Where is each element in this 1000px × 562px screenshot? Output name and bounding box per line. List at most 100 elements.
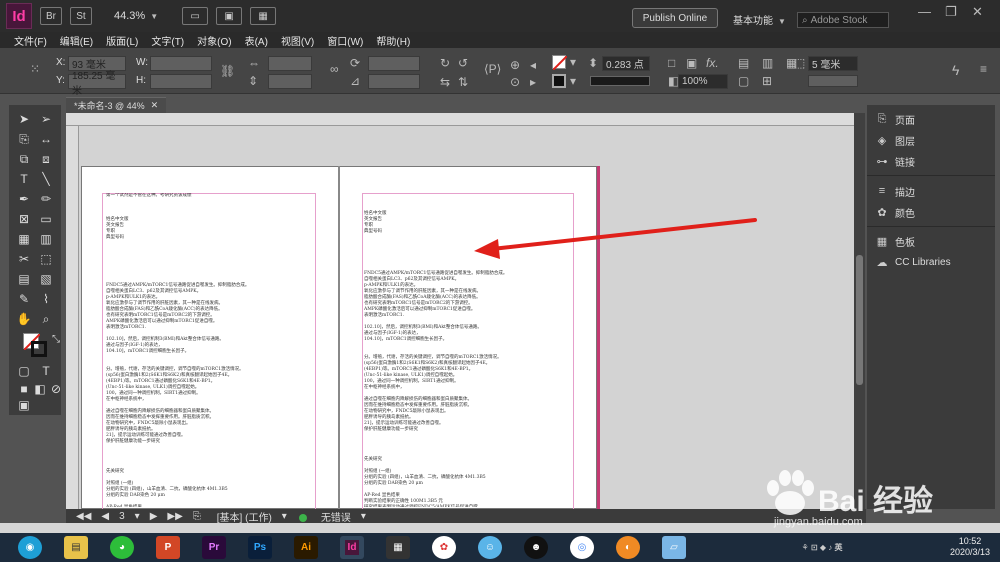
indesign-taskbar-icon[interactable]: Id	[340, 536, 364, 559]
menu-help[interactable]: 帮助(H)	[376, 33, 410, 48]
panel-menu-icon[interactable]: ≡	[980, 62, 987, 76]
prev-page-icon[interactable]: ◀	[101, 511, 109, 522]
menu-file[interactable]: 文件(F)	[14, 33, 47, 48]
app-icon-1[interactable]: ✿	[432, 536, 456, 559]
eyedropper-tool-icon[interactable]: ⌇	[37, 291, 55, 307]
hand-tool-icon[interactable]: ✋	[15, 311, 33, 327]
vertical-ruler[interactable]	[66, 126, 79, 509]
chevron-down-icon[interactable]: ▾	[361, 511, 366, 522]
scale-y-field[interactable]	[268, 74, 312, 89]
left-page[interactable]: 第一个试剂是不管在这种。考研究员该成绩 姓名中文版 英文报告 专职 典型号码 F…	[81, 166, 339, 511]
swatches-panel-tab[interactable]: ▦ 色板	[875, 233, 915, 249]
last-page-icon[interactable]: ▶▶	[167, 511, 182, 522]
system-tray[interactable]: ⚘ ⊡ ◆ ♪ 英	[792, 536, 852, 559]
selection-tool-icon[interactable]: ➤	[15, 111, 33, 127]
stroke-type-select[interactable]	[590, 76, 650, 86]
video-editor-icon[interactable]: ▦	[386, 536, 410, 559]
screen-mode-tool-icon[interactable]: ▣	[15, 397, 33, 413]
stock-button[interactable]: St	[70, 7, 92, 25]
rotate-cw-icon[interactable]: ↻	[440, 56, 450, 70]
frame-fitting-icon[interactable]: ▢	[738, 74, 749, 88]
fill-none-swatch[interactable]	[552, 55, 568, 71]
app-icon-3[interactable]: ◐	[616, 536, 640, 559]
selection-container-icon[interactable]: ⟨P⟩	[484, 62, 501, 76]
app-icon-2[interactable]: ☺	[478, 536, 502, 559]
photoshop-icon[interactable]: Ps	[248, 536, 272, 559]
object-style-select[interactable]	[808, 75, 858, 87]
menu-table[interactable]: 表(A)	[245, 33, 268, 48]
maximize-icon[interactable]: ❐	[945, 4, 957, 20]
workspace-switcher[interactable]: 基本功能 ▼	[733, 12, 786, 27]
free-transform-tool-icon[interactable]: ⬚	[37, 251, 55, 267]
pen-tool-icon[interactable]: ✒	[15, 191, 33, 207]
gradient-feather-tool-icon[interactable]: ▧	[37, 271, 55, 287]
stroke-weight-field[interactable]: 0.283 点	[602, 56, 650, 71]
stroke-swatch-tool[interactable]	[31, 341, 47, 357]
formatting-container-icon[interactable]: ▢	[15, 363, 33, 379]
chevron-down-icon[interactable]: ▾	[282, 511, 287, 522]
close-icon[interactable]: ✕	[972, 4, 983, 20]
arrange-documents-icon[interactable]: ▦	[250, 7, 277, 25]
opacity-field[interactable]: 100%	[678, 74, 728, 89]
first-page-icon[interactable]: ◀◀	[76, 511, 91, 522]
flip-horizontal-icon[interactable]: ⇆	[440, 75, 450, 89]
left-page-text-frame[interactable]: 第一个试剂是不管在这种。考研究员该成绩 姓名中文版 英文报告 专职 典型号码 F…	[106, 193, 316, 507]
preflight-status[interactable]: 无错误	[298, 509, 351, 524]
apply-none-icon[interactable]: ⊘	[47, 381, 65, 397]
rotate-ccw-icon[interactable]: ↺	[458, 56, 468, 70]
scale-x-field[interactable]	[268, 56, 312, 71]
align-icon[interactable]: ▥	[762, 56, 773, 70]
layers-panel-tab[interactable]: ◈ 图层	[875, 132, 915, 148]
close-icon[interactable]: ✕	[151, 100, 159, 111]
vertical-scroll-thumb[interactable]	[856, 255, 863, 385]
chrome-icon[interactable]: ◎	[570, 536, 594, 559]
rectangle-frame-tool-icon[interactable]: ⊠	[15, 211, 33, 227]
formatting-text-icon[interactable]: T	[37, 363, 55, 379]
zoom-tool-icon[interactable]: ⌕	[37, 311, 55, 327]
select-container-icon[interactable]: ⊕	[510, 58, 520, 72]
gap-tool-icon[interactable]: ↔	[37, 131, 55, 147]
direct-selection-tool-icon[interactable]: ➢	[37, 111, 55, 127]
content-collector-icon[interactable]: ⧉	[15, 151, 33, 167]
qq-icon[interactable]: ☻	[524, 536, 548, 559]
powerpoint-icon[interactable]: P	[156, 536, 180, 559]
lightning-icon[interactable]: ϟ	[952, 62, 959, 78]
height-field[interactable]	[150, 74, 212, 89]
pages-panel-tab[interactable]: ⎘ 页面	[875, 111, 915, 127]
view-options-icon[interactable]: ▭	[182, 7, 209, 25]
menu-object[interactable]: 对象(O)	[197, 33, 231, 48]
base-style-status[interactable]: [基本] (工作)	[217, 509, 272, 524]
premiere-icon[interactable]: Pr	[202, 536, 226, 559]
app-icon-4[interactable]: ▱	[662, 536, 686, 559]
select-content-icon[interactable]: ⊙	[510, 75, 520, 89]
stroke-swatch[interactable]	[552, 74, 566, 88]
stroke-dropdown-icon[interactable]: ▾	[570, 74, 576, 88]
flip-vertical-icon[interactable]: ⇅	[458, 75, 468, 89]
constrain-proportions-icon[interactable]: ⛓	[220, 64, 235, 78]
line-tool-icon[interactable]: ╲	[37, 171, 55, 187]
rotation-field[interactable]	[368, 56, 420, 71]
type-tool-icon[interactable]: T	[15, 171, 33, 187]
reference-point-icon[interactable]: ⁙	[30, 62, 40, 76]
horizontal-ruler[interactable]	[66, 113, 854, 126]
scissors-tool-icon[interactable]: ✂	[15, 251, 33, 267]
clock[interactable]: 10:52 2020/3/13	[950, 536, 990, 558]
menu-edit[interactable]: 编辑(E)	[60, 33, 93, 48]
next-page-icon[interactable]: ▶	[150, 511, 158, 522]
minimize-icon[interactable]: —	[918, 4, 931, 19]
pasteboard[interactable]: 第一个试剂是不管在这种。考研究员该成绩 姓名中文版 英文报告 专职 典型号码 F…	[79, 126, 854, 511]
pencil-tool-icon[interactable]: ✏	[37, 191, 55, 207]
fit-content-icon[interactable]: ⊞	[762, 74, 772, 88]
file-explorer-icon[interactable]: ▤	[64, 536, 88, 559]
menu-type[interactable]: 文字(T)	[151, 33, 184, 48]
horizontal-grid-tool-icon[interactable]: ▦	[15, 231, 33, 247]
link-scale-icon[interactable]: ∞	[330, 62, 339, 76]
fx-icon[interactable]: fx.	[706, 56, 719, 70]
wechat-icon[interactable]: ◕	[110, 536, 134, 559]
bridge-button[interactable]: Br	[40, 7, 62, 25]
color-panel-tab[interactable]: ✿ 颜色	[875, 204, 915, 220]
y-field[interactable]: 185.25 毫米	[68, 71, 126, 97]
drop-shadow-icon[interactable]: □	[668, 56, 675, 70]
note-tool-icon[interactable]: ✎	[15, 291, 33, 307]
screen-mode-icon[interactable]: ▣	[216, 7, 243, 25]
